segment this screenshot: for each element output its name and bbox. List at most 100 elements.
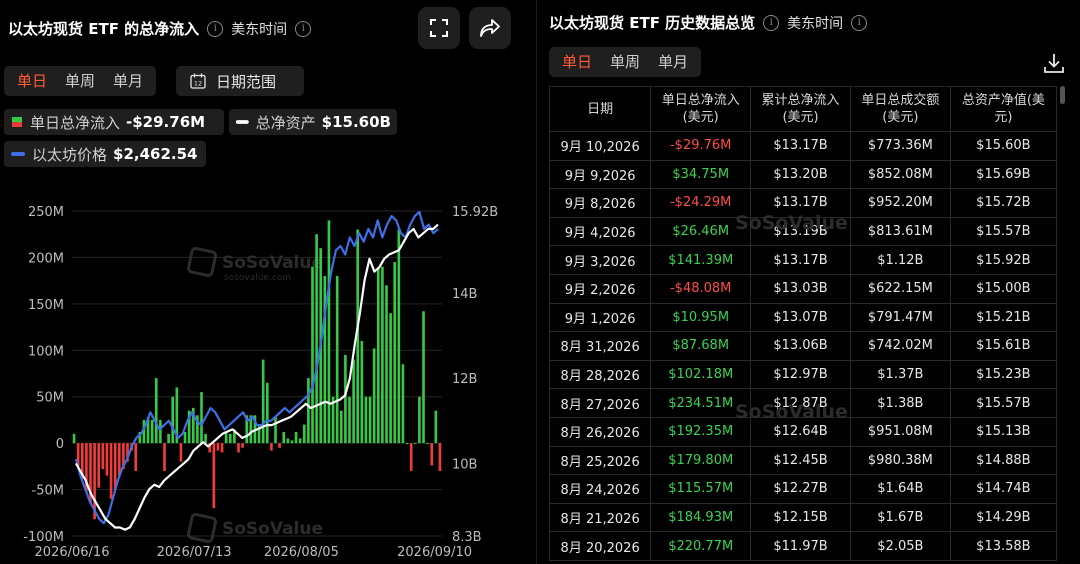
- cell-date: 8月 25,2026: [548, 445, 652, 476]
- inflow-bar: [200, 392, 203, 444]
- legend-value: $2,462.54: [113, 145, 198, 163]
- share-icon: [480, 19, 500, 37]
- combo-chart: SoSoValue sosovalue.com SoSoValue 250M 20…: [23, 205, 498, 560]
- cell-cumulative-inflow: $13.06B: [750, 331, 851, 361]
- cell-date: 8月 26,2026: [548, 416, 652, 447]
- table-row[interactable]: 9月 4,2026 $26.46M $13.19B $813.61M $15.57B: [548, 216, 1058, 247]
- inflow-bar: [401, 364, 405, 444]
- column-header-cumulative-inflow[interactable]: 累计总净流入 (美元): [750, 86, 851, 132]
- cell-daily-inflow: $184.93M: [650, 502, 752, 533]
- table-row[interactable]: 8月 27,2026 $234.51M $12.87B $1.38B $15.57B: [548, 388, 1058, 418]
- table-row[interactable]: 9月 10,2026 -$29.76M $13.17B $773.36M $15.60B: [548, 131, 1058, 161]
- inflow-bar: [426, 443, 429, 445]
- inflow-bar: [282, 432, 286, 444]
- table-row[interactable]: 9月 8,2026 -$24.29M $13.17B $952.20M $15.72B: [548, 188, 1058, 218]
- cell-cumulative-inflow: $13.03B: [750, 273, 851, 304]
- table-row[interactable]: 8月 26,2026 $192.35M $12.64B $951.08M $15.13B: [548, 416, 1058, 447]
- column-header-net-assets[interactable]: 总资产净值(美 元): [949, 86, 1058, 132]
- inflow-bar: [418, 396, 421, 444]
- info-icon[interactable]: i: [763, 14, 780, 31]
- legend-net-assets[interactable]: 总净资产 $15.60B: [229, 109, 397, 135]
- table-row[interactable]: 9月 2,2026 -$48.08M $13.03B $622.15M $15.00B: [548, 273, 1058, 304]
- cell-daily-volume: $952.20M: [849, 188, 951, 218]
- cell-date: 8月 27,2026: [548, 388, 652, 418]
- info-icon[interactable]: i: [851, 14, 868, 31]
- table-row[interactable]: 9月 9,2026 $34.75M $13.20B $852.08M $15.69B: [548, 159, 1058, 190]
- cell-net-assets: $13.58B: [949, 531, 1058, 561]
- cell-daily-volume: $980.38M: [849, 445, 951, 476]
- cell-net-assets: $15.57B: [949, 388, 1058, 418]
- share-button[interactable]: [469, 7, 511, 49]
- cell-daily-volume: $1.38B: [849, 388, 951, 418]
- inflow-bar: [327, 220, 331, 444]
- column-header-daily-inflow[interactable]: 单日总净流入 (美元): [650, 86, 752, 132]
- tab-weekly[interactable]: 单周: [601, 47, 649, 77]
- table-row[interactable]: 9月 1,2026 $10.95M $13.07B $791.47M $15.21B: [548, 302, 1058, 333]
- inflow-bar: [381, 266, 384, 444]
- tab-daily[interactable]: 单日: [553, 47, 601, 77]
- cell-daily-inflow: -$24.29M: [650, 188, 752, 218]
- legend-label: 单日总净流入: [30, 113, 121, 132]
- table-scrollbar[interactable]: [1060, 86, 1065, 104]
- table-title: 以太坊现货 ETF 历史数据总览: [549, 14, 756, 32]
- tab-weekly[interactable]: 单周: [56, 66, 104, 96]
- table-row[interactable]: 8月 28,2026 $102.18M $12.97B $1.37B $15.23B: [548, 359, 1058, 390]
- cell-net-assets: $14.88B: [949, 445, 1058, 476]
- legend-eth-price[interactable]: 以太坊价格 $2,462.54: [4, 141, 206, 167]
- download-icon[interactable]: [1043, 52, 1065, 74]
- inflow-bar: [405, 443, 409, 445]
- cell-date: 8月 24,2026: [548, 474, 652, 504]
- outflow-bar: [113, 443, 117, 490]
- inflow-bar: [307, 378, 310, 444]
- table-row[interactable]: 8月 25,2026 $179.80M $12.45B $980.38M $14.88B: [548, 445, 1058, 476]
- cell-date: 8月 21,2026: [548, 502, 652, 533]
- svg-text:SoSoValue: SoSoValue: [222, 253, 323, 273]
- cell-cumulative-inflow: $13.17B: [750, 245, 851, 275]
- outflow-bar: [97, 443, 101, 488]
- cell-cumulative-inflow: $12.87B: [750, 388, 851, 418]
- outflow-bar: [241, 443, 244, 448]
- cell-net-assets: $15.13B: [949, 416, 1058, 447]
- inflow-bar: [335, 276, 339, 444]
- table-row[interactable]: 8月 31,2026 $87.68M $13.06B $742.02M $15.61B: [548, 331, 1058, 361]
- legend-label: 总净资产: [255, 113, 316, 132]
- expand-icon: [430, 19, 448, 37]
- cell-daily-volume: $1.64B: [849, 474, 951, 504]
- legend-daily-inflow[interactable]: 单日总净流入 -$29.76M: [4, 109, 224, 135]
- table-row[interactable]: 9月 3,2026 $141.39M $13.17B $1.12B $15.92B: [548, 245, 1058, 275]
- legend-label: 以太坊价格: [32, 145, 108, 164]
- inflow-bar: [150, 419, 154, 444]
- cell-date: 9月 8,2026: [548, 188, 652, 218]
- table-row[interactable]: 8月 21,2026 $184.93M $12.15B $1.67B $14.29B: [548, 502, 1058, 533]
- tab-monthly[interactable]: 单月: [104, 66, 152, 96]
- table-row[interactable]: 8月 20,2026 $220.77M $11.97B $2.05B $13.58B: [548, 531, 1058, 561]
- cell-daily-volume: $2.05B: [849, 531, 951, 561]
- tab-daily[interactable]: 单日: [8, 66, 56, 96]
- column-header-date[interactable]: 日期: [548, 86, 652, 132]
- cell-daily-volume: $791.47M: [849, 302, 951, 333]
- info-icon[interactable]: i: [207, 20, 224, 37]
- svg-text:12: 12: [194, 80, 202, 88]
- cell-daily-inflow: $102.18M: [650, 359, 752, 390]
- cell-daily-volume: $813.61M: [849, 216, 951, 247]
- cell-cumulative-inflow: $13.19B: [750, 216, 851, 247]
- date-range-button[interactable]: 12 日期范围: [176, 66, 304, 96]
- fullscreen-button[interactable]: [418, 7, 460, 49]
- cell-daily-volume: $1.12B: [849, 245, 951, 275]
- cell-daily-inflow: $87.68M: [650, 331, 752, 361]
- outflow-bar: [216, 443, 220, 451]
- cell-net-assets: $14.74B: [949, 474, 1058, 504]
- inflow-bar: [274, 417, 277, 444]
- info-icon[interactable]: i: [295, 20, 312, 37]
- left-tick-label: -50M: [32, 484, 64, 499]
- cell-cumulative-inflow: $13.07B: [750, 302, 851, 333]
- net-inflow-chart-panel: 以太坊现货 ETF 的总净流入 i 美东时间 i 单日 单周 单月 12 日期范…: [0, 0, 530, 564]
- tab-monthly[interactable]: 单月: [649, 47, 697, 77]
- cell-net-assets: $15.61B: [949, 331, 1058, 361]
- left-tick-label: 250M: [28, 205, 64, 220]
- inflow-bar: [302, 424, 306, 444]
- timezone-label: 美东时间: [787, 15, 844, 32]
- column-header-daily-volume[interactable]: 单日总成交额 (美元): [849, 86, 951, 132]
- left-tick-label: 150M: [28, 298, 64, 313]
- table-row[interactable]: 8月 24,2026 $115.57M $12.27B $1.64B $14.74B: [548, 474, 1058, 504]
